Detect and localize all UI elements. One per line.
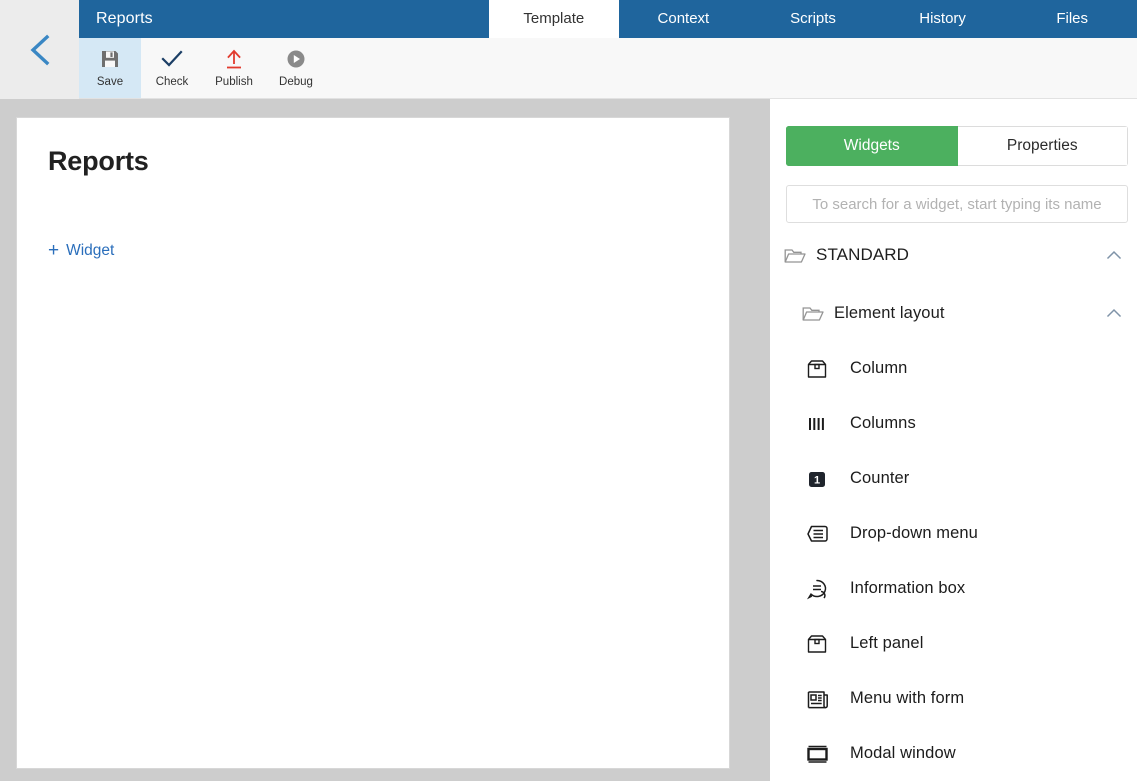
chevron-left-icon — [27, 33, 53, 67]
widget-item-label: Information box — [850, 579, 966, 597]
widgets-panel: Widgets Properties STANDARD — [770, 99, 1137, 781]
widget-item-label: Modal window — [850, 744, 956, 762]
checkmark-icon — [161, 46, 183, 72]
widget-item-label: Menu with form — [850, 689, 965, 707]
widget-item-label: Left panel — [850, 634, 924, 652]
debug-button[interactable]: Debug — [265, 38, 327, 98]
panel-segmented-control: Widgets Properties — [786, 126, 1128, 166]
widget-item-label: Counter — [850, 469, 910, 487]
widget-item-label: Columns — [850, 414, 916, 432]
widget-item-counter[interactable]: 1 Counter — [770, 451, 1137, 506]
tab-scripts[interactable]: Scripts — [748, 0, 878, 38]
play-circle-icon — [286, 46, 306, 72]
upload-arrow-icon — [224, 46, 244, 72]
workspace-area: Reports + Widget — [0, 99, 770, 781]
newspaper-icon — [806, 686, 840, 712]
tab-widgets[interactable]: Widgets — [786, 126, 958, 166]
tab-history[interactable]: History — [878, 0, 1008, 38]
tab-template[interactable]: Template — [489, 0, 619, 38]
speech-bubble-info-icon — [806, 576, 840, 602]
folder-open-icon — [802, 305, 830, 322]
svg-text:1: 1 — [814, 474, 820, 486]
add-widget-button[interactable]: + Widget — [48, 241, 114, 260]
top-header-bar: Reports Template Context Scripts History… — [79, 0, 1137, 38]
app-root: Reports Template Context Scripts History… — [0, 0, 1137, 781]
widget-list: Column Columns 1 Counter Drop-down menu … — [770, 341, 1137, 781]
widget-item-drop-down-menu[interactable]: Drop-down menu — [770, 506, 1137, 561]
modal-window-icon — [806, 741, 840, 767]
widget-item-menu-with-form[interactable]: Menu with form — [770, 671, 1137, 726]
folder-open-icon — [784, 247, 812, 264]
tab-bar: Template Context Scripts History Files — [489, 0, 1137, 38]
widget-item-columns[interactable]: Columns — [770, 396, 1137, 451]
template-canvas[interactable]: Reports + Widget — [16, 117, 730, 769]
tab-context[interactable]: Context — [619, 0, 749, 38]
number-one-badge-icon: 1 — [806, 466, 840, 492]
widget-search-input[interactable] — [786, 185, 1128, 223]
save-button[interactable]: Save — [79, 38, 141, 98]
publish-button[interactable]: Publish — [203, 38, 265, 98]
floppy-disk-icon — [100, 46, 120, 72]
add-widget-label: Widget — [66, 241, 115, 259]
box-icon — [806, 356, 840, 382]
dropdown-list-icon — [806, 521, 840, 547]
group-header-standard[interactable]: STANDARD — [784, 240, 1128, 270]
check-button[interactable]: Check — [141, 38, 203, 98]
widget-item-label: Column — [850, 359, 908, 377]
chevron-up-icon[interactable] — [1106, 250, 1122, 260]
group-label-element-layout: Element layout — [834, 303, 945, 322]
widget-item-information-box[interactable]: Information box — [770, 561, 1137, 616]
debug-button-label: Debug — [279, 76, 313, 88]
check-button-label: Check — [155, 76, 189, 88]
publish-button-label: Publish — [215, 76, 253, 88]
vertical-bars-icon — [806, 411, 840, 437]
widget-item-modal-window[interactable]: Modal window — [770, 726, 1137, 781]
widget-item-left-panel[interactable]: Left panel — [770, 616, 1137, 671]
tab-files[interactable]: Files — [1007, 0, 1137, 38]
toolbar: Save Check Publish Debug — [79, 38, 1137, 99]
plus-icon: + — [48, 240, 60, 261]
group-label-standard: STANDARD — [816, 245, 910, 264]
tab-properties[interactable]: Properties — [957, 126, 1128, 166]
widget-item-column[interactable]: Column — [770, 341, 1137, 396]
save-button-label: Save — [96, 76, 124, 88]
canvas-page-title: Reports — [48, 146, 149, 176]
widget-item-label: Drop-down menu — [850, 524, 978, 542]
page-title: Reports — [96, 10, 153, 27]
back-button[interactable] — [0, 0, 79, 99]
group-header-element-layout[interactable]: Element layout — [802, 298, 1128, 328]
chevron-up-icon[interactable] — [1106, 308, 1122, 318]
box-icon — [806, 631, 840, 657]
